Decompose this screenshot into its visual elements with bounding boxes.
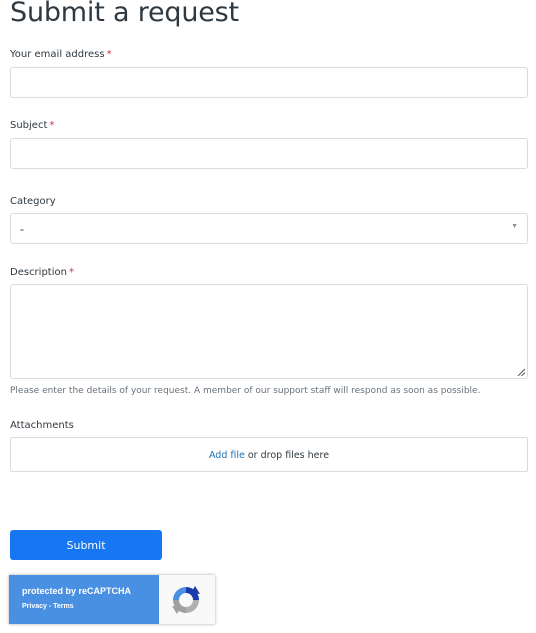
- email-label-text: Your email address: [10, 49, 105, 60]
- description-label: Description *: [10, 267, 74, 278]
- category-selected-value: -: [20, 222, 24, 236]
- description-label-text: Description: [10, 267, 67, 278]
- description-hint: Please enter the details of your request…: [10, 386, 481, 396]
- privacy-link[interactable]: Privacy: [22, 603, 47, 610]
- terms-link[interactable]: Terms: [53, 603, 74, 610]
- email-label: Your email address *: [10, 49, 112, 60]
- required-marker: *: [68, 267, 74, 278]
- category-label-text: Category: [10, 196, 56, 207]
- category-select[interactable]: - ▼: [10, 213, 528, 244]
- caret-down-icon: ▼: [511, 223, 518, 230]
- subject-field[interactable]: [10, 138, 528, 169]
- required-marker: *: [106, 49, 112, 60]
- recaptcha-panel: [9, 575, 159, 624]
- attachments-label: Attachments: [10, 420, 74, 431]
- recaptcha-logo-icon: [172, 586, 200, 614]
- resize-handle-icon[interactable]: [517, 368, 525, 376]
- drop-files-text: or drop files here: [244, 450, 330, 461]
- subject-label-text: Subject: [10, 120, 48, 131]
- page-title: Submit a request: [10, 0, 239, 28]
- recaptcha-badge[interactable]: protected by reCAPTCHA Privacy - Terms: [9, 575, 215, 624]
- email-field[interactable]: [10, 67, 528, 98]
- description-textarea[interactable]: [10, 284, 528, 379]
- recaptcha-links: Privacy - Terms: [22, 603, 74, 610]
- submit-button[interactable]: Submit: [10, 530, 162, 560]
- subject-label: Subject *: [10, 120, 54, 131]
- attachments-dropzone[interactable]: Add file or drop files here: [10, 437, 528, 472]
- category-label: Category: [10, 196, 56, 207]
- attachments-label-text: Attachments: [10, 420, 74, 431]
- recaptcha-protected-text: protected by reCAPTCHA: [22, 586, 132, 596]
- required-marker: *: [49, 120, 55, 131]
- add-file-link[interactable]: Add file: [209, 450, 245, 461]
